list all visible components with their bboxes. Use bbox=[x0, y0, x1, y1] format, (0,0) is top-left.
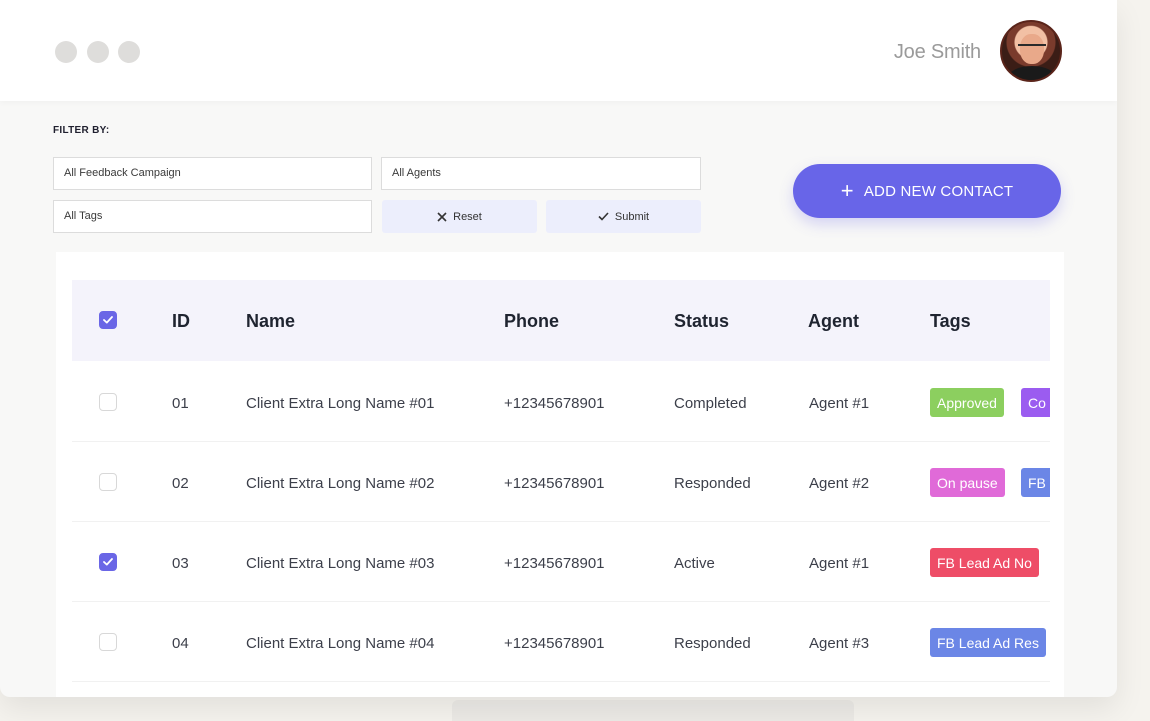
agents-filter-select[interactable]: All Agents bbox=[381, 157, 701, 190]
row-status: Completed bbox=[674, 395, 747, 412]
row-agent: Agent #1 bbox=[809, 395, 870, 412]
row-name: Client Extra Long Name #01 bbox=[246, 395, 435, 412]
row-tags: FB Lead Ad No bbox=[930, 548, 1050, 578]
table-row[interactable]: 02 Client Extra Long Name #02 +123456789… bbox=[72, 442, 1050, 522]
table-header: ID Name Phone Status Agent Tags bbox=[72, 280, 1050, 361]
column-header-name[interactable]: Name bbox=[246, 311, 295, 332]
add-new-contact-label: ADD NEW CONTACT bbox=[863, 182, 1014, 200]
row-agent: Agent #1 bbox=[809, 555, 870, 572]
submit-button-label: Submit bbox=[614, 210, 650, 223]
checkmark-icon bbox=[103, 558, 113, 566]
reset-button-label: Reset bbox=[453, 210, 482, 223]
row-status: Active bbox=[674, 555, 715, 572]
tag-badge[interactable]: FB bbox=[1021, 468, 1050, 497]
contacts-table: ID Name Phone Status Agent Tags 01 Clien… bbox=[56, 252, 1064, 697]
row-id: 04 bbox=[172, 635, 189, 652]
row-checkbox[interactable] bbox=[99, 473, 117, 491]
table-row[interactable]: 01 Client Extra Long Name #01 +123456789… bbox=[72, 362, 1050, 442]
row-phone: +12345678901 bbox=[504, 395, 605, 412]
row-checkbox[interactable] bbox=[99, 553, 117, 571]
checkmark-icon bbox=[598, 212, 609, 221]
background-tab bbox=[452, 700, 854, 721]
user-name[interactable]: Joe Smith bbox=[894, 41, 981, 64]
tag-badge[interactable]: Co bbox=[1021, 388, 1050, 417]
column-header-status[interactable]: Status bbox=[674, 311, 729, 332]
row-phone: +12345678901 bbox=[504, 555, 605, 572]
tag-badge[interactable]: FB Lead Ad Res bbox=[930, 628, 1046, 657]
campaign-filter-select[interactable]: All Feedback Campaign bbox=[53, 157, 372, 190]
row-id: 03 bbox=[172, 555, 189, 572]
row-tags: On pause FB bbox=[930, 468, 1050, 498]
row-id: 01 bbox=[172, 395, 189, 412]
app-window: Joe Smith FILTER BY: All Feedback Campai… bbox=[0, 0, 1117, 697]
row-status: Responded bbox=[674, 635, 751, 652]
tag-badge[interactable]: On pause bbox=[930, 468, 1005, 497]
column-header-tags[interactable]: Tags bbox=[930, 311, 971, 332]
row-tags: Approved Co bbox=[930, 388, 1050, 418]
tag-badge[interactable]: Approved bbox=[930, 388, 1004, 417]
row-agent: Agent #3 bbox=[809, 635, 870, 652]
window-dot-maximize[interactable] bbox=[118, 41, 140, 63]
row-name: Client Extra Long Name #02 bbox=[246, 475, 435, 492]
table-row[interactable]: 03 Client Extra Long Name #03 +123456789… bbox=[72, 522, 1050, 602]
title-bar: Joe Smith bbox=[0, 0, 1117, 101]
window-dot-close[interactable] bbox=[55, 41, 77, 63]
avatar[interactable] bbox=[1000, 20, 1062, 82]
row-phone: +12345678901 bbox=[504, 475, 605, 492]
add-new-contact-button[interactable]: + ADD NEW CONTACT bbox=[793, 164, 1061, 218]
avatar-glasses bbox=[1018, 44, 1046, 50]
column-header-agent[interactable]: Agent bbox=[808, 311, 859, 332]
column-header-id[interactable]: ID bbox=[172, 311, 190, 332]
window-dot-minimize[interactable] bbox=[87, 41, 109, 63]
column-header-phone[interactable]: Phone bbox=[504, 311, 559, 332]
row-phone: +12345678901 bbox=[504, 635, 605, 652]
table-row[interactable]: 04 Client Extra Long Name #04 +123456789… bbox=[72, 602, 1050, 682]
filter-label: FILTER BY: bbox=[53, 125, 110, 136]
avatar-shoulders bbox=[1008, 66, 1056, 80]
row-checkbox[interactable] bbox=[99, 393, 117, 411]
submit-button[interactable]: Submit bbox=[546, 200, 701, 233]
row-checkbox[interactable] bbox=[99, 633, 117, 651]
select-all-checkbox[interactable] bbox=[99, 311, 117, 329]
plus-icon: + bbox=[840, 178, 854, 203]
tags-filter-select[interactable]: All Tags bbox=[53, 200, 372, 233]
checkmark-icon bbox=[103, 316, 113, 324]
tags-filter-value: All Tags bbox=[64, 210, 103, 222]
row-name: Client Extra Long Name #03 bbox=[246, 555, 435, 572]
close-icon bbox=[437, 211, 447, 222]
row-id: 02 bbox=[172, 475, 189, 492]
tag-badge[interactable]: FB Lead Ad No bbox=[930, 548, 1039, 577]
row-agent: Agent #2 bbox=[809, 475, 870, 492]
row-name: Client Extra Long Name #04 bbox=[246, 635, 435, 652]
campaign-filter-value: All Feedback Campaign bbox=[64, 167, 181, 179]
agents-filter-value: All Agents bbox=[392, 167, 441, 179]
row-tags: FB Lead Ad Res bbox=[930, 628, 1050, 658]
reset-button[interactable]: Reset bbox=[382, 200, 537, 233]
row-status: Responded bbox=[674, 475, 751, 492]
